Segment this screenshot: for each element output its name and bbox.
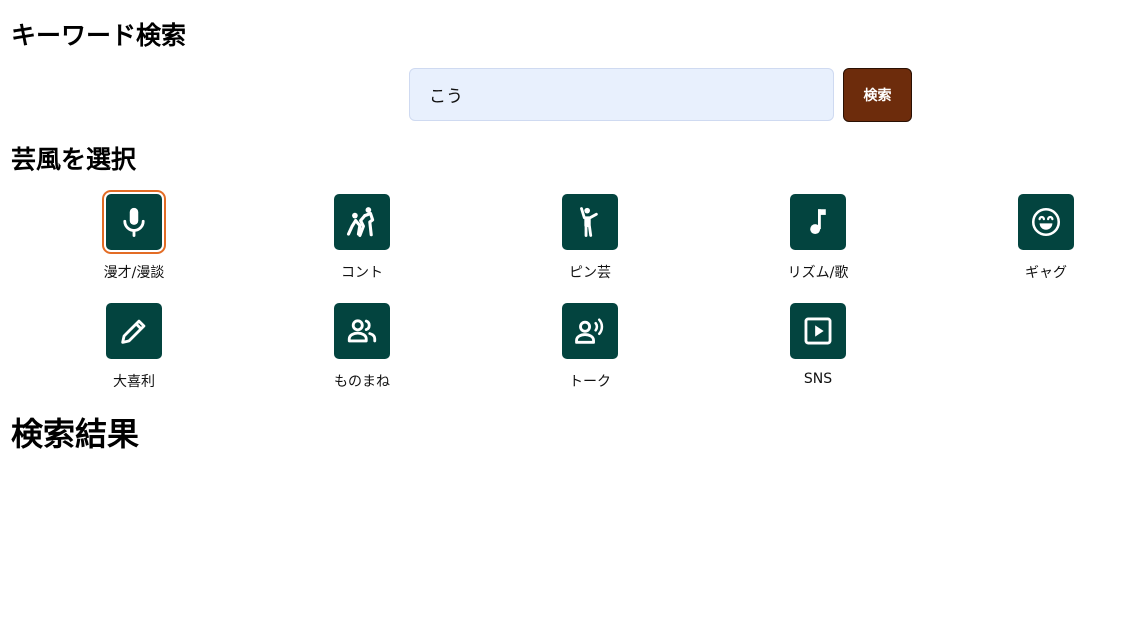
style-item-label: リズム/歌: [787, 265, 849, 281]
style-item-label: トーク: [569, 374, 611, 390]
style-item-label: 大喜利: [113, 374, 155, 390]
page: キーワード検索 検索 芸風を選択 漫才/漫談 コント: [0, 0, 1141, 630]
style-tile: [562, 194, 618, 250]
play-square-icon: [804, 317, 832, 345]
style-item-gag[interactable]: ギャグ: [971, 194, 1121, 286]
two-people-icon: [347, 319, 377, 343]
style-item-label: SNS: [803, 371, 833, 387]
style-item-oogiri[interactable]: 大喜利: [59, 303, 209, 395]
laughing-face-icon: [1031, 207, 1061, 237]
style-item-label: 漫才/漫談: [103, 265, 165, 281]
style-item-label: ピン芸: [569, 265, 611, 281]
keyword-search-heading: キーワード検索: [11, 21, 187, 50]
search-button[interactable]: 検索: [843, 68, 912, 122]
style-tile: [790, 303, 846, 359]
style-tile: [106, 194, 162, 250]
man-waving-icon: [580, 207, 598, 237]
style-tile: [790, 194, 846, 250]
keyword-search-input[interactable]: [409, 68, 834, 121]
style-item-sns[interactable]: SNS: [743, 303, 893, 395]
style-item-label: ものまね: [334, 374, 390, 390]
style-item-rhythm-song[interactable]: リズム/歌: [743, 194, 893, 286]
style-item-conte[interactable]: コント: [287, 194, 437, 286]
pencil-icon: [121, 319, 146, 344]
style-item-monomane[interactable]: ものまね: [287, 303, 437, 395]
style-item-pin-gei[interactable]: ピン芸: [515, 194, 665, 286]
style-tile: [1018, 194, 1074, 250]
style-tile: [334, 303, 390, 359]
style-item-label: ギャグ: [1025, 265, 1067, 281]
music-note-icon: [810, 209, 826, 235]
style-tile: [334, 194, 390, 250]
style-select-heading: 芸風を選択: [11, 145, 137, 174]
person-speaking-icon: [575, 318, 604, 344]
search-results-heading: 検索結果: [11, 415, 140, 453]
style-item-manzai[interactable]: 漫才/漫談: [59, 194, 209, 286]
style-item-talk[interactable]: トーク: [515, 303, 665, 395]
style-tile: [562, 303, 618, 359]
style-tile: [106, 303, 162, 359]
style-item-label: コント: [341, 265, 383, 281]
sports-kabaddi-icon: [346, 207, 375, 238]
microphone-icon: [123, 207, 145, 237]
